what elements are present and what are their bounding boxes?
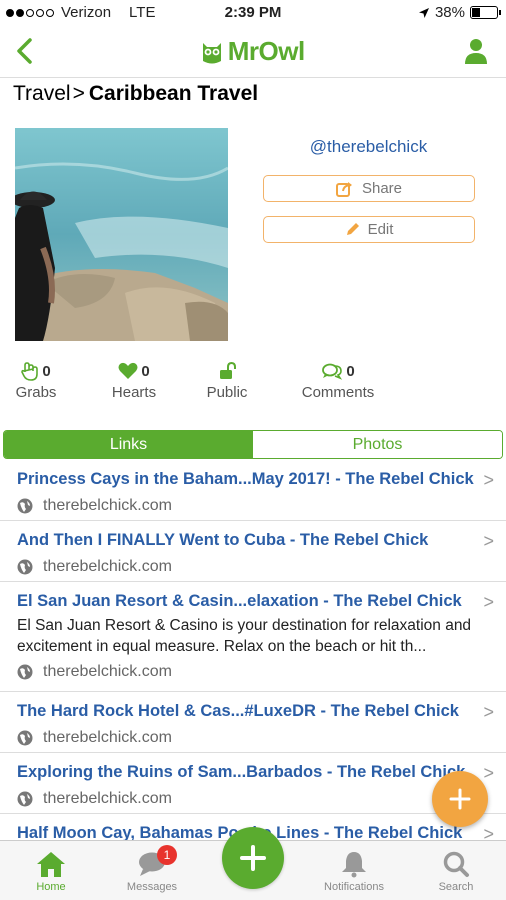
link-source: therebelchick.com <box>17 723 476 753</box>
tab-messages[interactable]: 1 Messages <box>112 845 192 893</box>
comments-label: Comments <box>301 384 375 401</box>
comments-stat[interactable]: 0 Comments <box>296 360 380 402</box>
bell-icon <box>342 852 366 878</box>
visibility-stat[interactable]: Public <box>200 360 254 401</box>
plus-icon <box>240 845 266 871</box>
chevron-right-icon: > <box>483 592 494 612</box>
create-button[interactable] <box>222 827 284 889</box>
hearts-count: 0 <box>141 362 150 380</box>
globe-icon <box>17 498 33 514</box>
list-item[interactable]: Princess Cays in the Baham...May 2017! -… <box>0 460 506 521</box>
tab-messages-label: Messages <box>126 881 178 893</box>
grabs-stat[interactable]: 0 Grabs <box>8 360 64 401</box>
heart-icon <box>118 362 138 379</box>
link-domain: therebelchick.com <box>43 497 172 514</box>
link-source: therebelchick.com <box>17 491 476 521</box>
globe-icon <box>17 559 33 575</box>
link-title: And Then I FINALLY Went to Cuba - The Re… <box>17 531 429 549</box>
link-description: El San Juan Resort & Casino is your dest… <box>17 617 472 655</box>
link-title: The Hard Rock Hotel & Cas...#LuxeDR - Th… <box>17 702 459 720</box>
search-icon <box>443 851 469 877</box>
tab-home[interactable]: Home <box>11 847 91 893</box>
link-domain: therebelchick.com <box>43 790 172 807</box>
location-arrow-icon <box>418 7 429 18</box>
breadcrumb-separator: > <box>72 82 85 105</box>
link-source: therebelchick.com <box>17 552 476 582</box>
tab-notifications-label: Notifications <box>324 881 384 893</box>
add-link-fab[interactable] <box>432 771 488 827</box>
chevron-right-icon: > <box>483 763 494 783</box>
list-item[interactable]: And Then I FINALLY Went to Cuba - The Re… <box>0 521 506 582</box>
visibility-label: Public <box>206 384 248 401</box>
list-item[interactable]: El San Juan Resort & Casin...elaxation -… <box>0 582 506 692</box>
messages-badge: 1 <box>157 845 177 865</box>
share-label: Share <box>361 180 403 197</box>
list-item[interactable]: Exploring the Ruins of Sam...Barbados - … <box>0 753 506 814</box>
battery-icon <box>470 6 501 19</box>
board-screen: Verizon LTE 2:39 PM 38% MrOwl Travel> Ca… <box>0 0 506 900</box>
globe-icon <box>17 791 33 807</box>
battery-percent: 38% <box>434 4 465 21</box>
comments-count: 0 <box>346 362 355 380</box>
unlock-icon <box>220 362 236 379</box>
comments-icon <box>322 363 343 380</box>
globe-icon <box>17 730 33 746</box>
share-button[interactable]: Share <box>263 175 475 202</box>
tab-search[interactable]: Search <box>416 847 496 893</box>
hearts-stat[interactable]: 0 Hearts <box>104 360 164 402</box>
board-cover-photo[interactable] <box>15 128 228 341</box>
content-tabs: Links Photos <box>3 430 503 459</box>
plus-icon <box>449 788 471 810</box>
list-item[interactable]: The Hard Rock Hotel & Cas...#LuxeDR - Th… <box>0 692 506 753</box>
breadcrumb: Travel> Caribbean Travel <box>13 82 258 106</box>
link-title: El San Juan Resort & Casin...elaxation -… <box>17 592 462 610</box>
hand-grab-icon <box>21 362 39 381</box>
edit-button[interactable]: Edit <box>263 216 475 243</box>
nav-bar: MrOwl <box>0 24 506 78</box>
logo-text: MrOwl <box>227 36 305 66</box>
chevron-right-icon: > <box>483 531 494 551</box>
tab-photos[interactable]: Photos <box>253 431 502 458</box>
link-title: Princess Cays in the Baham...May 2017! -… <box>17 470 474 488</box>
share-icon <box>335 181 352 197</box>
tab-home-label: Home <box>36 881 66 893</box>
link-domain: therebelchick.com <box>43 663 172 680</box>
hearts-label: Hearts <box>111 384 157 401</box>
chevron-right-icon: > <box>483 702 494 722</box>
link-domain: therebelchick.com <box>43 729 172 746</box>
globe-icon <box>17 664 33 680</box>
owl-icon <box>203 42 222 63</box>
home-icon <box>37 852 65 877</box>
breadcrumb-parent[interactable]: Travel <box>13 82 71 105</box>
status-bar: Verizon LTE 2:39 PM 38% <box>0 0 506 24</box>
link-domain: therebelchick.com <box>43 558 172 575</box>
grabs-count: 0 <box>42 362 51 380</box>
edit-label: Edit <box>367 221 394 238</box>
chevron-right-icon: > <box>483 470 494 490</box>
tab-notifications[interactable]: Notifications <box>314 847 394 893</box>
battery-info: 38% <box>418 4 501 21</box>
link-source: therebelchick.com <box>17 784 476 814</box>
links-list: Princess Cays in the Baham...May 2017! -… <box>0 460 506 874</box>
mrowl-logo[interactable]: MrOwl <box>0 36 506 67</box>
grabs-label: Grabs <box>15 384 57 401</box>
tab-search-label: Search <box>438 881 474 893</box>
user-profile-icon[interactable] <box>462 36 490 66</box>
link-source: therebelchick.com <box>17 657 476 687</box>
tab-links[interactable]: Links <box>4 431 253 458</box>
pencil-icon <box>346 223 359 235</box>
link-title: Exploring the Ruins of Sam...Barbados - … <box>17 763 466 781</box>
board-title: Caribbean Travel <box>88 82 259 105</box>
owner-handle[interactable]: @therebelchick <box>262 137 475 157</box>
